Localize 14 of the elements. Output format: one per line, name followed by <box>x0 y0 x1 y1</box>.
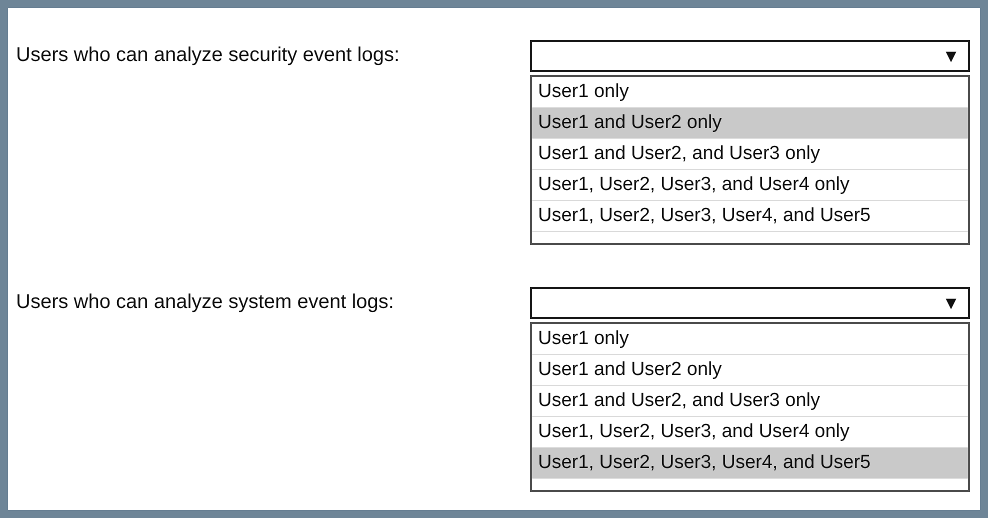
dropdown-field[interactable]: ▼ <box>530 40 970 72</box>
dropdown-option[interactable]: User1 only <box>532 324 968 355</box>
dropdown-option[interactable]: User1 and User2 only <box>532 355 968 386</box>
dropdown-field[interactable]: ▼ <box>530 287 970 319</box>
dropdown-arrow-icon: ▼ <box>942 46 960 66</box>
dropdown-arrow-icon: ▼ <box>942 292 960 314</box>
dropdown-option[interactable]: User1 and User2 only <box>532 108 968 139</box>
dropdown-option[interactable]: User1, User2, User3, User4, and User5 <box>532 201 968 232</box>
question-label: Users who can analyze security event logs: <box>16 44 400 67</box>
dropdown-option[interactable]: User1, User2, User3, and User4 only <box>532 170 968 201</box>
dropdown-option[interactable]: User1 and User2, and User3 only <box>532 139 968 170</box>
question-label: Users who can analyze system event logs: <box>16 291 394 314</box>
dropdown-option[interactable]: User1, User2, User3, User4, and User5 <box>532 448 968 479</box>
dropdown-option[interactable]: User1 and User2, and User3 only <box>532 386 968 417</box>
